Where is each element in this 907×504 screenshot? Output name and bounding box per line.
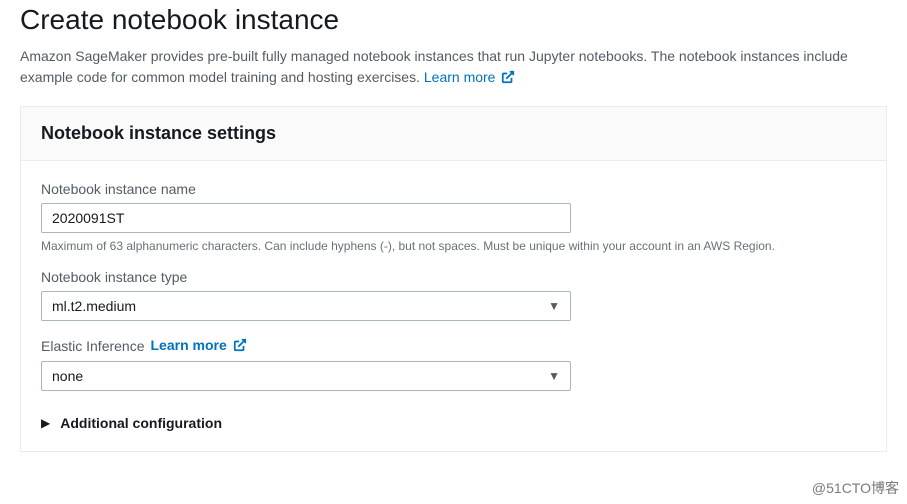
elastic-label: Elastic Inference <box>41 338 145 354</box>
type-value: ml.t2.medium <box>52 298 136 314</box>
additional-configuration-label: Additional configuration <box>60 415 222 431</box>
learn-more-link[interactable]: Learn more <box>424 69 515 85</box>
name-label: Notebook instance name <box>41 181 866 197</box>
watermark: @51CTO博客 <box>812 478 899 498</box>
page-title: Create notebook instance <box>20 4 887 36</box>
name-group: Notebook instance name Maximum of 63 alp… <box>41 181 866 253</box>
learn-more-text: Learn more <box>424 69 496 85</box>
elastic-learn-more-text: Learn more <box>151 337 227 353</box>
chevron-down-icon: ▼ <box>548 299 560 313</box>
type-group: Notebook instance type ml.t2.medium ▼ <box>41 269 866 321</box>
elastic-group: Elastic Inference Learn more no <box>41 337 866 391</box>
card-body: Notebook instance name Maximum of 63 alp… <box>21 161 886 451</box>
card-header-title: Notebook instance settings <box>41 123 866 144</box>
elastic-inference-select[interactable]: none ▼ <box>41 361 571 391</box>
elastic-value: none <box>52 368 83 384</box>
page-description: Amazon SageMaker provides pre-built full… <box>20 46 887 90</box>
settings-card: Notebook instance settings Notebook inst… <box>20 106 887 452</box>
notebook-name-input[interactable] <box>41 203 571 233</box>
additional-configuration-toggle[interactable]: ▶ Additional configuration <box>41 407 866 431</box>
notebook-type-select[interactable]: ml.t2.medium ▼ <box>41 291 571 321</box>
card-header: Notebook instance settings <box>21 107 886 161</box>
caret-right-icon: ▶ <box>41 416 50 430</box>
chevron-down-icon: ▼ <box>548 369 560 383</box>
name-hint: Maximum of 63 alphanumeric characters. C… <box>41 239 866 253</box>
external-link-icon <box>233 338 247 355</box>
external-link-icon <box>501 69 515 90</box>
type-label: Notebook instance type <box>41 269 866 285</box>
elastic-learn-more-link[interactable]: Learn more <box>151 337 247 355</box>
